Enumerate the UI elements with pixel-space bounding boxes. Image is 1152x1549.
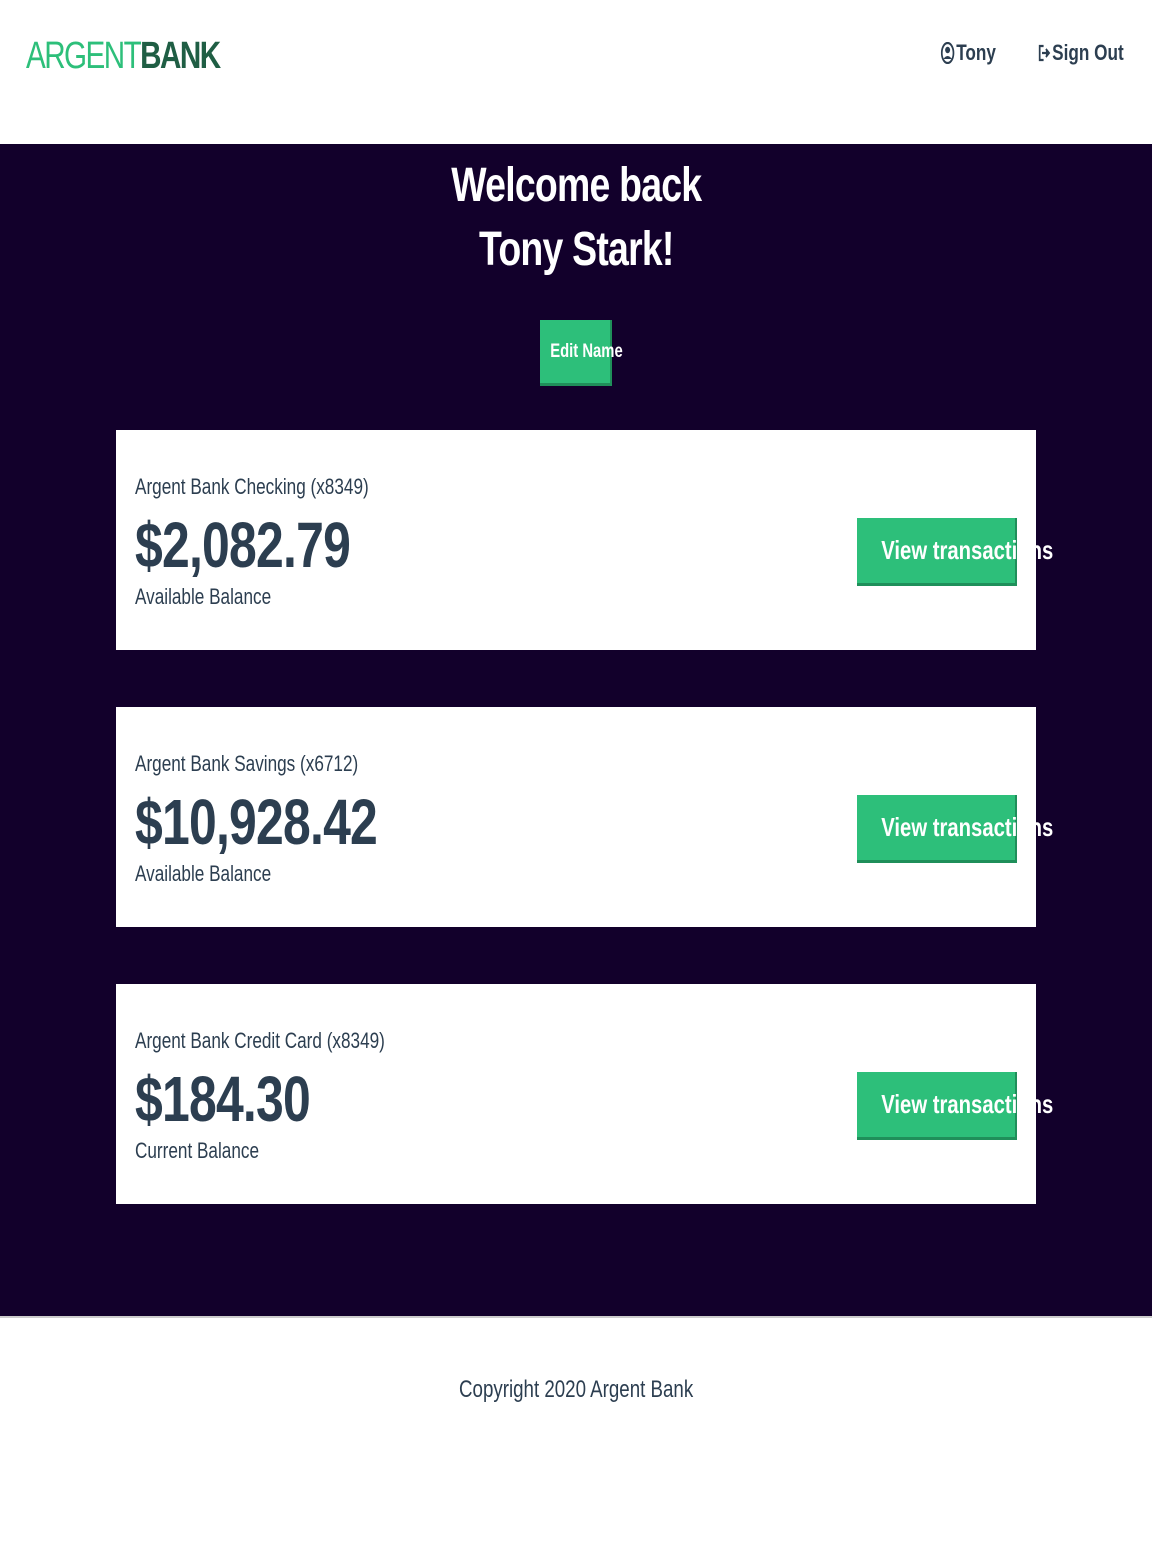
account-title: Argent Bank Savings (x6712) bbox=[135, 751, 359, 776]
account-card-checking: Argent Bank Checking (x8349) $2,082.79 A… bbox=[116, 430, 1053, 650]
view-transactions-button[interactable]: View transactions bbox=[857, 1072, 1053, 1140]
account-amount-description: Available Balance bbox=[135, 584, 272, 609]
edit-name-label: Edit Name bbox=[550, 340, 623, 362]
view-transactions-button[interactable]: View transactions bbox=[857, 795, 1053, 863]
view-transactions-label: View transactions bbox=[881, 812, 1054, 842]
edit-name-button[interactable]: Edit Name bbox=[540, 320, 623, 386]
logo-text-bank: BANK bbox=[140, 35, 221, 77]
main-content: Welcome back Tony Stark! Edit Name Argen… bbox=[0, 144, 1152, 1316]
main-nav: ARGENT BANK Tony Sign Out bbox=[0, 0, 1152, 144]
account-card-credit: Argent Bank Credit Card (x8349) $184.30 … bbox=[116, 984, 1053, 1204]
copyright-text: Copyright 2020 Argent Bank bbox=[458, 1376, 694, 1403]
nav-user-area: Tony Sign Out bbox=[925, 40, 1124, 66]
account-amount: $184.30 bbox=[135, 1063, 311, 1135]
sign-out-icon bbox=[1039, 44, 1051, 62]
user-circle-icon bbox=[941, 42, 955, 64]
welcome-header: Welcome back Tony Stark! Edit Name bbox=[0, 144, 1152, 386]
logo-text-argent: ARGENT bbox=[26, 35, 142, 77]
account-amount: $10,928.42 bbox=[135, 786, 378, 858]
logo-link[interactable]: ARGENT BANK bbox=[26, 35, 221, 77]
welcome-line-1: Welcome back bbox=[450, 159, 702, 212]
account-amount-description: Current Balance bbox=[135, 1138, 260, 1163]
user-profile-link[interactable]: Tony bbox=[941, 40, 996, 66]
account-title: Argent Bank Checking (x8349) bbox=[135, 474, 369, 499]
account-amount: $2,082.79 bbox=[135, 509, 351, 581]
sign-out-label: Sign Out bbox=[1052, 40, 1124, 65]
user-name-label: Tony bbox=[956, 40, 997, 65]
page-footer: Copyright 2020 Argent Bank bbox=[0, 1316, 1152, 1549]
view-transactions-label: View transactions bbox=[881, 535, 1054, 565]
sign-out-link[interactable]: Sign Out bbox=[1038, 40, 1124, 66]
account-card-savings: Argent Bank Savings (x6712) $10,928.42 A… bbox=[116, 707, 1053, 927]
account-amount-description: Available Balance bbox=[135, 861, 272, 886]
view-transactions-label: View transactions bbox=[881, 1089, 1054, 1119]
welcome-heading: Welcome back Tony Stark! bbox=[450, 154, 702, 282]
account-title: Argent Bank Credit Card (x8349) bbox=[135, 1028, 385, 1053]
view-transactions-button[interactable]: View transactions bbox=[857, 518, 1053, 586]
welcome-line-2: Tony Stark! bbox=[478, 223, 674, 276]
